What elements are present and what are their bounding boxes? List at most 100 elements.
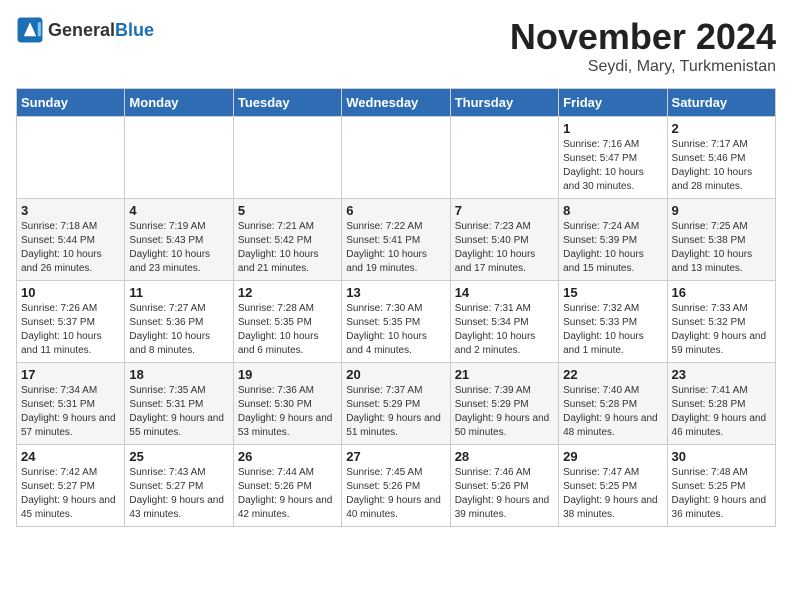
day-number: 19 — [238, 367, 337, 382]
logo: GeneralBlue — [16, 16, 154, 44]
day-info: Sunrise: 7:27 AM Sunset: 5:36 PM Dayligh… — [129, 302, 228, 358]
day-info: Sunrise: 7:34 AM Sunset: 5:31 PM Dayligh… — [21, 384, 120, 440]
calendar-cell — [233, 117, 341, 199]
day-number: 14 — [455, 285, 554, 300]
calendar-cell: 4Sunrise: 7:19 AM Sunset: 5:43 PM Daylig… — [125, 199, 233, 281]
calendar-cell: 19 Sunrise: 7:36 AM Sunset: 5:30 PM Dayli… — [233, 363, 341, 445]
header: GeneralBlue November 2024 Seydi, Mary, T… — [16, 16, 776, 76]
day-info: Sunrise: 7:41 AM Sunset: 5:28 PM Dayligh… — [672, 384, 771, 440]
day-number: 24 — [21, 449, 120, 464]
day-info: Sunrise: 7:16 AM Sunset: 5:47 PM Dayligh… — [563, 138, 662, 194]
calendar-cell: 10 Sunrise: 7:26 AM Sunset: 5:37 PM Dayli… — [17, 281, 125, 363]
calendar-cell: 3 Sunrise: 7:18 AM Sunset: 5:44 PM Daylig… — [17, 199, 125, 281]
calendar-cell: 28 Sunrise: 7:46 AM Sunset: 5:26 PM Dayli… — [450, 445, 558, 527]
day-info: Sunrise: 7:39 AM Sunset: 5:29 PM Dayligh… — [455, 384, 554, 440]
day-number: 6 — [346, 203, 445, 218]
day-number: 22 — [563, 367, 662, 382]
calendar-cell: 27 Sunrise: 7:45 AM Sunset: 5:26 PM Dayli… — [342, 445, 450, 527]
weekday-header-saturday: Saturday — [667, 89, 775, 117]
day-info: Sunrise: 7:45 AM Sunset: 5:26 PM Dayligh… — [346, 466, 445, 522]
calendar-cell: 30 Sunrise: 7:48 AM Sunset: 5:25 PM Dayli… — [667, 445, 775, 527]
weekday-header-tuesday: Tuesday — [233, 89, 341, 117]
calendar-cell — [17, 117, 125, 199]
logo-text-blue: Blue — [115, 20, 154, 40]
day-number: 26 — [238, 449, 337, 464]
day-info: Sunrise: 7:42 AM Sunset: 5:27 PM Dayligh… — [21, 466, 120, 522]
day-info: Sunrise: 7:47 AM Sunset: 5:25 PM Dayligh… — [563, 466, 662, 522]
day-number: 15 — [563, 285, 662, 300]
day-info: Sunrise: 7:36 AM Sunset: 5:30 PM Dayligh… — [238, 384, 337, 440]
day-info: Sunrise: 7:31 AM Sunset: 5:34 PM Dayligh… — [455, 302, 554, 358]
day-number: 25 — [129, 449, 228, 464]
day-number: 2 — [672, 121, 771, 136]
day-info: Sunrise: 7:18 AM Sunset: 5:44 PM Dayligh… — [21, 220, 120, 276]
calendar-cell: 9Sunrise: 7:25 AM Sunset: 5:38 PM Daylig… — [667, 199, 775, 281]
calendar-cell: 25 Sunrise: 7:43 AM Sunset: 5:27 PM Dayli… — [125, 445, 233, 527]
logo-icon — [16, 16, 44, 44]
calendar-cell: 17 Sunrise: 7:34 AM Sunset: 5:31 PM Dayli… — [17, 363, 125, 445]
calendar-cell: 6 Sunrise: 7:22 AM Sunset: 5:41 PM Daylig… — [342, 199, 450, 281]
weekday-header-wednesday: Wednesday — [342, 89, 450, 117]
day-info: Sunrise: 7:46 AM Sunset: 5:26 PM Dayligh… — [455, 466, 554, 522]
day-number: 28 — [455, 449, 554, 464]
calendar-cell: 15Sunrise: 7:32 AM Sunset: 5:33 PM Dayli… — [559, 281, 667, 363]
calendar-cell — [342, 117, 450, 199]
calendar-cell: 24 Sunrise: 7:42 AM Sunset: 5:27 PM Dayli… — [17, 445, 125, 527]
day-info: Sunrise: 7:43 AM Sunset: 5:27 PM Dayligh… — [129, 466, 228, 522]
day-number: 7 — [455, 203, 554, 218]
day-info: Sunrise: 7:26 AM Sunset: 5:37 PM Dayligh… — [21, 302, 120, 358]
calendar-cell: 22 Sunrise: 7:40 AM Sunset: 5:28 PM Dayli… — [559, 363, 667, 445]
day-number: 27 — [346, 449, 445, 464]
day-info: Sunrise: 7:48 AM Sunset: 5:25 PM Dayligh… — [672, 466, 771, 522]
calendar-cell: 12 Sunrise: 7:28 AM Sunset: 5:35 PM Dayli… — [233, 281, 341, 363]
day-info: Sunrise: 7:22 AM Sunset: 5:41 PM Dayligh… — [346, 220, 445, 276]
calendar-cell: 5 Sunrise: 7:21 AM Sunset: 5:42 PM Daylig… — [233, 199, 341, 281]
day-number: 12 — [238, 285, 337, 300]
day-info: Sunrise: 7:30 AM Sunset: 5:35 PM Dayligh… — [346, 302, 445, 358]
calendar-cell: 1 Sunrise: 7:16 AM Sunset: 5:47 PM Daylig… — [559, 117, 667, 199]
weekday-header-thursday: Thursday — [450, 89, 558, 117]
day-info: Sunrise: 7:28 AM Sunset: 5:35 PM Dayligh… — [238, 302, 337, 358]
day-number: 13 — [346, 285, 445, 300]
day-info: Sunrise: 7:17 AM Sunset: 5:46 PM Dayligh… — [672, 138, 771, 194]
calendar-cell — [450, 117, 558, 199]
weekday-header-friday: Friday — [559, 89, 667, 117]
calendar-table: SundayMondayTuesdayWednesdayThursdayFrid… — [16, 88, 776, 527]
day-info: Sunrise: 7:35 AM Sunset: 5:31 PM Dayligh… — [129, 384, 228, 440]
calendar-cell: 13 Sunrise: 7:30 AM Sunset: 5:35 PM Dayli… — [342, 281, 450, 363]
day-number: 17 — [21, 367, 120, 382]
day-number: 3 — [21, 203, 120, 218]
day-number: 11 — [129, 285, 228, 300]
location-title: Seydi, Mary, Turkmenistan — [510, 58, 776, 76]
weekday-header-monday: Monday — [125, 89, 233, 117]
day-info: Sunrise: 7:23 AM Sunset: 5:40 PM Dayligh… — [455, 220, 554, 276]
day-number: 10 — [21, 285, 120, 300]
day-info: Sunrise: 7:40 AM Sunset: 5:28 PM Dayligh… — [563, 384, 662, 440]
calendar-cell: 7 Sunrise: 7:23 AM Sunset: 5:40 PM Daylig… — [450, 199, 558, 281]
weekday-header-sunday: Sunday — [17, 89, 125, 117]
day-number: 16 — [672, 285, 771, 300]
day-number: 5 — [238, 203, 337, 218]
title-area: November 2024 Seydi, Mary, Turkmenistan — [510, 16, 776, 76]
day-info: Sunrise: 7:21 AM Sunset: 5:42 PM Dayligh… — [238, 220, 337, 276]
calendar-cell: 2 Sunrise: 7:17 AM Sunset: 5:46 PM Daylig… — [667, 117, 775, 199]
calendar-cell: 14 Sunrise: 7:31 AM Sunset: 5:34 PM Dayli… — [450, 281, 558, 363]
calendar-cell: 8Sunrise: 7:24 AM Sunset: 5:39 PM Daylig… — [559, 199, 667, 281]
calendar-cell: 26 Sunrise: 7:44 AM Sunset: 5:26 PM Dayli… — [233, 445, 341, 527]
calendar-cell: 20 Sunrise: 7:37 AM Sunset: 5:29 PM Dayli… — [342, 363, 450, 445]
day-info: Sunrise: 7:44 AM Sunset: 5:26 PM Dayligh… — [238, 466, 337, 522]
calendar-cell: 21Sunrise: 7:39 AM Sunset: 5:29 PM Dayli… — [450, 363, 558, 445]
day-info: Sunrise: 7:37 AM Sunset: 5:29 PM Dayligh… — [346, 384, 445, 440]
day-number: 20 — [346, 367, 445, 382]
day-info: Sunrise: 7:24 AM Sunset: 5:39 PM Dayligh… — [563, 220, 662, 276]
day-number: 30 — [672, 449, 771, 464]
day-number: 29 — [563, 449, 662, 464]
calendar-cell: 23 Sunrise: 7:41 AM Sunset: 5:28 PM Dayli… — [667, 363, 775, 445]
day-number: 4 — [129, 203, 228, 218]
calendar-cell: 29 Sunrise: 7:47 AM Sunset: 5:25 PM Dayli… — [559, 445, 667, 527]
day-info: Sunrise: 7:25 AM Sunset: 5:38 PM Dayligh… — [672, 220, 771, 276]
day-number: 1 — [563, 121, 662, 136]
day-number: 23 — [672, 367, 771, 382]
logo-text-general: General — [48, 20, 115, 40]
calendar-cell: 11 Sunrise: 7:27 AM Sunset: 5:36 PM Dayli… — [125, 281, 233, 363]
